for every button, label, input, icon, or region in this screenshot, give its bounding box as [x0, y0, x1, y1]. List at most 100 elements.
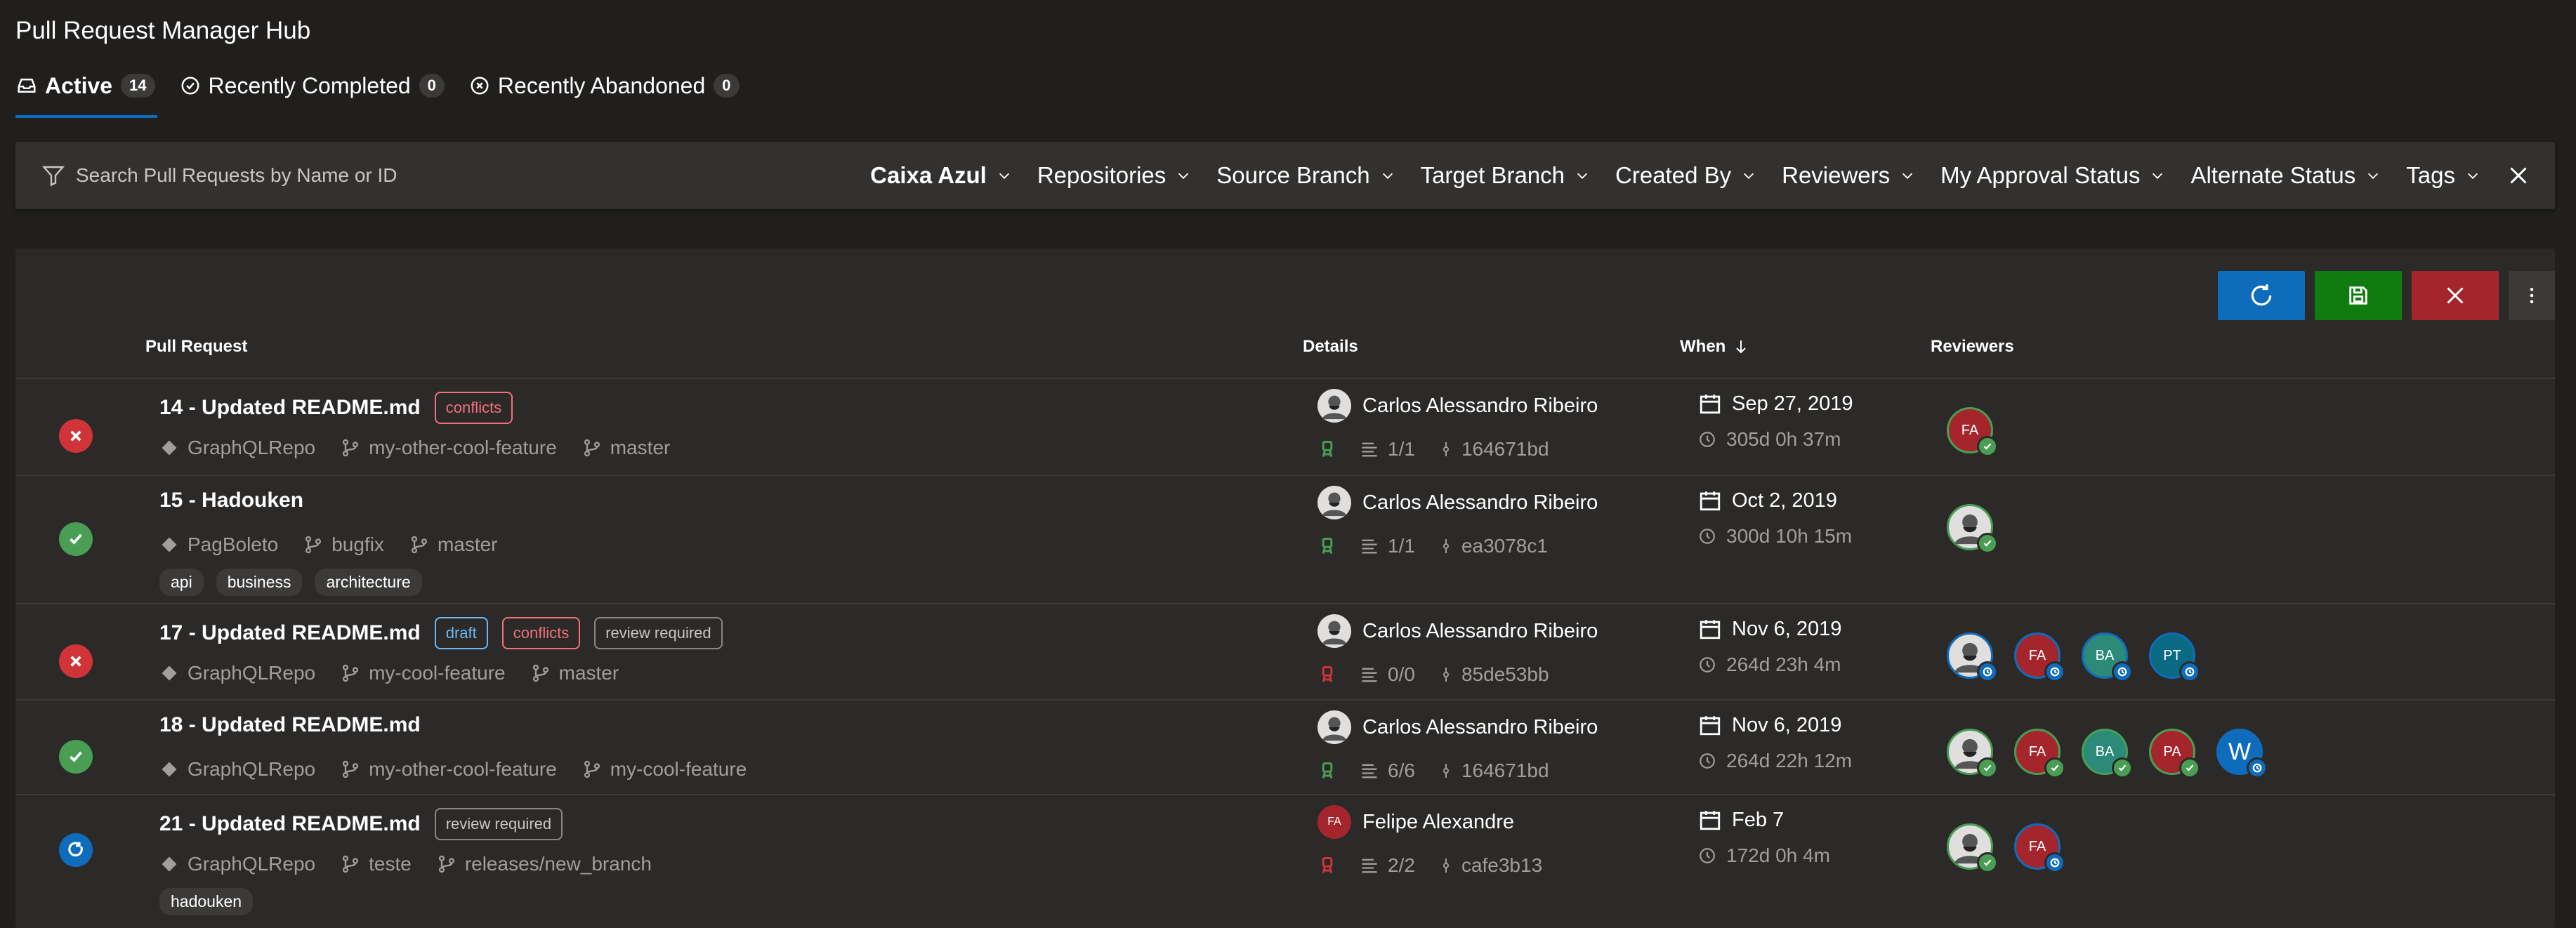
reviewer-avatar[interactable]: PA: [2149, 729, 2200, 778]
pr-title-text[interactable]: 18 - Updated README.md: [159, 713, 421, 737]
pr-title-text[interactable]: 21 - Updated README.md: [159, 812, 421, 836]
pr-title-text[interactable]: 14 - Updated README.md: [159, 396, 421, 420]
approved-vote-icon: [2044, 757, 2065, 778]
rejected-status-icon: [59, 644, 93, 678]
tab-bar: Active 14 Recently Completed 0 Recently …: [15, 67, 763, 118]
dropdown-repositories[interactable]: Repositories: [1037, 162, 1191, 189]
reviewer-avatar[interactable]: FA: [2014, 632, 2065, 682]
reviewer-avatar[interactable]: [1947, 632, 1998, 682]
reviewer-avatar[interactable]: [1947, 504, 1998, 554]
more-options-button[interactable]: [2509, 271, 2555, 320]
table-row[interactable]: 17 - Updated README.md draft conflicts revi…: [15, 603, 2555, 699]
tab-recently-completed[interactable]: Recently Completed 0: [179, 67, 445, 104]
reviewer-initials: FA: [2028, 647, 2046, 663]
column-header-pull-request[interactable]: Pull Request: [145, 337, 247, 357]
reviewer-avatar[interactable]: W: [2216, 729, 2268, 778]
target-branch-label: master: [558, 662, 619, 684]
pr-title-text[interactable]: 17 - Updated README.md: [159, 621, 421, 645]
dropdown-project[interactable]: Caixa Azul: [870, 162, 1012, 189]
repo-icon: [159, 760, 188, 779]
pr-title-text[interactable]: 15 - Hadouken: [159, 489, 303, 512]
repo-icon: [159, 854, 188, 874]
policies: 1/1: [1358, 438, 1415, 460]
waiting-vote-icon: [2112, 661, 2133, 682]
tab-recently-abandoned[interactable]: Recently Abandoned 0: [468, 67, 740, 104]
close-filter-icon[interactable]: [2506, 163, 2531, 188]
table-row[interactable]: 18 - Updated README.md GraphQLRepo my-othe…: [15, 699, 2555, 794]
table-row[interactable]: 14 - Updated README.md conflicts GraphQLRe…: [15, 378, 2555, 475]
dropdown-target-branch[interactable]: Target Branch: [1421, 162, 1590, 189]
column-header-details[interactable]: Details: [1303, 337, 1358, 357]
tab-count-badge: 14: [121, 74, 155, 98]
save-button[interactable]: [2315, 271, 2402, 320]
build-status: [1317, 761, 1344, 781]
reviewer-avatar[interactable]: FA: [2014, 823, 2065, 873]
branch-icon: [303, 535, 331, 555]
approved-vote-icon: [1977, 533, 1998, 554]
policies-count: 1/1: [1388, 438, 1415, 460]
author: Carlos Alessandro Ribeiro: [1317, 389, 1598, 423]
dropdown-my-approval-status[interactable]: My Approval Status: [1940, 162, 2165, 189]
reviewer-avatar[interactable]: BA: [2082, 632, 2133, 682]
pull-request-card: Pull Request Details When Reviewers 14 -…: [15, 248, 2555, 928]
created-date: Oct 2, 2019: [1698, 489, 1837, 512]
dropdown-label: Reviewers: [1782, 162, 1891, 188]
reviewer-avatar[interactable]: PT: [2149, 632, 2200, 682]
reviewer-initials: FA: [2028, 838, 2046, 854]
reviewer-avatar[interactable]: FA: [1947, 407, 1998, 457]
build-icon: [1317, 439, 1344, 459]
label-pill[interactable]: api: [159, 569, 204, 596]
reviewer-avatar[interactable]: [1947, 729, 1998, 778]
refresh-button[interactable]: [2218, 271, 2305, 320]
elapsed-time: 264d 23h 4m: [1698, 654, 1841, 676]
clear-button[interactable]: [2412, 271, 2499, 320]
source-branch: bugfix: [303, 533, 384, 556]
commit-icon: [1438, 856, 1461, 875]
reviewer-avatar[interactable]: BA: [2082, 729, 2133, 778]
target-branch: master: [531, 662, 619, 684]
policies-count: 2/2: [1388, 854, 1415, 876]
label-pill[interactable]: architecture: [315, 569, 422, 596]
pr-stats: 1/1 164671bd: [1317, 438, 1572, 460]
pr-title[interactable]: 15 - Hadouken: [159, 489, 303, 512]
column-header-reviewers[interactable]: Reviewers: [1931, 337, 2014, 357]
label-pill[interactable]: business: [216, 569, 303, 596]
pr-meta: GraphQLRepo teste releases/new_branch: [159, 853, 677, 875]
reviewer-initials: BA: [2095, 743, 2115, 760]
reviewers-list: FA BA PT: [1947, 632, 2216, 682]
dropdown-label: Alternate Status: [2190, 162, 2356, 188]
dropdown-created-by[interactable]: Created By: [1615, 162, 1756, 189]
pr-title[interactable]: 17 - Updated README.md draft conflicts revi…: [159, 617, 723, 649]
commit: 164671bd: [1438, 760, 1549, 782]
dropdown-reviewers[interactable]: Reviewers: [1782, 162, 1915, 189]
toolbar: [2218, 271, 2555, 320]
label-pill[interactable]: hadouken: [159, 888, 254, 915]
waiting-vote-icon: [2044, 661, 2065, 682]
dropdown-label: My Approval Status: [1940, 162, 2141, 188]
reviewer-avatar[interactable]: [1947, 823, 1998, 873]
pr-title[interactable]: 14 - Updated README.md conflicts: [159, 392, 513, 424]
dropdown-source-branch[interactable]: Source Branch: [1216, 162, 1395, 189]
search-input[interactable]: [76, 164, 567, 187]
author-name: Carlos Alessandro Ribeiro: [1362, 394, 1598, 417]
policies-count: 0/0: [1388, 663, 1415, 685]
chevron-down-icon: [1903, 173, 1913, 179]
dropdown-alternate-status[interactable]: Alternate Status: [2190, 162, 2381, 189]
table-row[interactable]: 15 - Hadouken PagBoleto bugfix master api bus…: [15, 475, 2555, 603]
table-row[interactable]: 21 - Updated README.md review required Gra…: [15, 794, 2555, 915]
pr-title[interactable]: 18 - Updated README.md: [159, 713, 421, 737]
column-header-when[interactable]: When: [1680, 337, 1749, 357]
reviewers-list: FA BA PA W: [1947, 729, 2284, 778]
policies: 6/6: [1358, 760, 1415, 782]
pr-title[interactable]: 21 - Updated README.md review required: [159, 808, 563, 840]
branch-icon: [582, 760, 610, 779]
tab-active[interactable]: Active 14: [15, 67, 157, 118]
target-branch: my-cool-feature: [582, 758, 747, 781]
column-header-label: When: [1680, 337, 1726, 356]
approved-status-icon: [59, 739, 93, 774]
reviewer-avatar[interactable]: FA: [2014, 729, 2065, 778]
tab-label: Recently Abandoned: [497, 72, 706, 98]
x-circle-icon: [468, 74, 491, 97]
elapsed-text: 305d 0h 37m: [1726, 428, 1841, 450]
dropdown-tags[interactable]: Tags: [2406, 162, 2480, 189]
